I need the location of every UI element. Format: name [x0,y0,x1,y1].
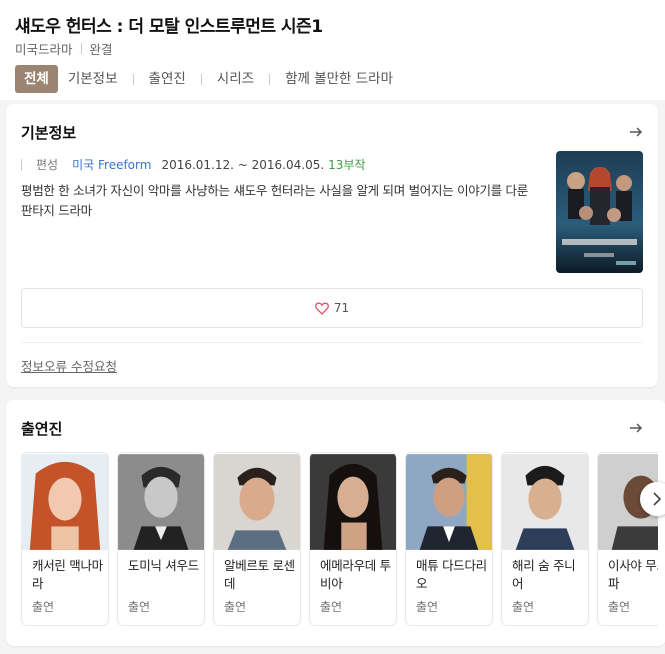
section-title: 출연진 [21,420,63,438]
cast-role: 출연 [512,600,535,614]
cast-photo [310,454,396,550]
cast-photo [406,454,492,550]
cast-name: 이사야 무스타파 [608,558,658,591]
divider [132,73,134,85]
episode-count: 13부작 [328,158,366,172]
broadcast-meta: 편성 미국 Freeform 2016.01.12. ~ 2016.04.05.… [21,156,366,173]
network-link[interactable]: 미국 Freeform [72,156,151,173]
carousel-next-button[interactable] [640,482,665,516]
date-range: 2016.01.12. ~ 2016.04.05. [161,157,325,172]
like-button[interactable]: 71 [21,288,643,328]
cast-card: 출연진 캐서린 맥나마라 출연 도미닉 셔우드 출연 알베르토 로센데 출연 에… [6,400,665,646]
genre-label: 미국드라마 [15,42,73,57]
status-label: 완결 [89,42,113,57]
tab-series[interactable]: 시리즈 [207,65,264,93]
tab-recommended[interactable]: 함께 볼만한 드라마 [275,65,403,93]
divider [200,73,202,85]
cast-card-item[interactable]: 알베르토 로센데 출연 [213,452,301,626]
cast-card-item[interactable]: 캐서린 맥나마라 출연 [21,452,109,626]
cast-list: 캐서린 맥나마라 출연 도미닉 셔우드 출연 알베르토 로센데 출연 에메라우데… [21,452,658,626]
cast-name: 도미닉 셔우드 [128,558,199,573]
cast-photo [118,454,204,550]
cast-role: 출연 [416,600,439,614]
page-header: 섀도우 헌터스 : 더 모탈 인스트루먼트 시즌1 미국드라마 완결 전체 기본… [0,0,665,100]
description: 평범한 한 소녀가 자신이 악마를 사냥하는 섀도우 헌터라는 사실을 알게 되… [21,183,528,218]
poster-image[interactable] [556,151,643,273]
tab-cast[interactable]: 출연진 [139,65,196,93]
section-title: 기본정보 [21,124,77,142]
error-report-link[interactable]: 정보오류 수정요청 [21,356,117,375]
like-count: 71 [333,301,350,315]
tab-all[interactable]: 전체 [15,65,58,93]
cast-role: 출연 [320,600,343,614]
cast-card-item[interactable]: 해리 숨 주니어 출연 [501,452,589,626]
chevron-right-icon [653,492,662,506]
cast-name: 해리 숨 주니어 [512,558,576,591]
cast-card-item[interactable]: 이사야 무스타파 출연 [597,452,658,626]
cast-card-item[interactable]: 매튜 다드다리오 출연 [405,452,493,626]
divider [269,73,271,85]
cast-card-item[interactable]: 도미닉 셔우드 출연 [117,452,205,626]
arrow-right-icon[interactable] [628,124,644,140]
basic-info-card: 기본정보 편성 미국 Freeform 2016.01.12. ~ 2016.0… [6,104,658,387]
cast-name: 알베르토 로센데 [224,558,295,591]
cast-card-item[interactable]: 에메라우데 투비아 출연 [309,452,397,626]
cast-role: 출연 [128,600,151,614]
cast-role: 출연 [608,600,631,614]
page-title: 섀도우 헌터스 : 더 모탈 인스트루먼트 시즌1 [15,17,323,37]
sub-info: 미국드라마 완결 [15,39,113,58]
cast-role: 출연 [224,600,247,614]
heart-icon [314,302,329,315]
cast-name: 매튜 다드다리오 [416,558,487,591]
cast-name: 에메라우데 투비아 [320,558,391,591]
cast-role: 출연 [32,600,55,614]
divider [21,158,22,171]
cast-photo [22,454,108,550]
arrow-right-icon[interactable] [628,420,644,436]
meta-label: 편성 [36,158,59,172]
tab-basic-info[interactable]: 기본정보 [58,65,128,93]
divider [21,342,643,343]
divider [80,43,82,54]
cast-photo [214,454,300,550]
cast-name: 캐서린 맥나마라 [32,558,103,591]
cast-photo [502,454,588,550]
tab-bar: 전체 기본정보 출연진 시리즈 함께 볼만한 드라마 [15,65,403,93]
